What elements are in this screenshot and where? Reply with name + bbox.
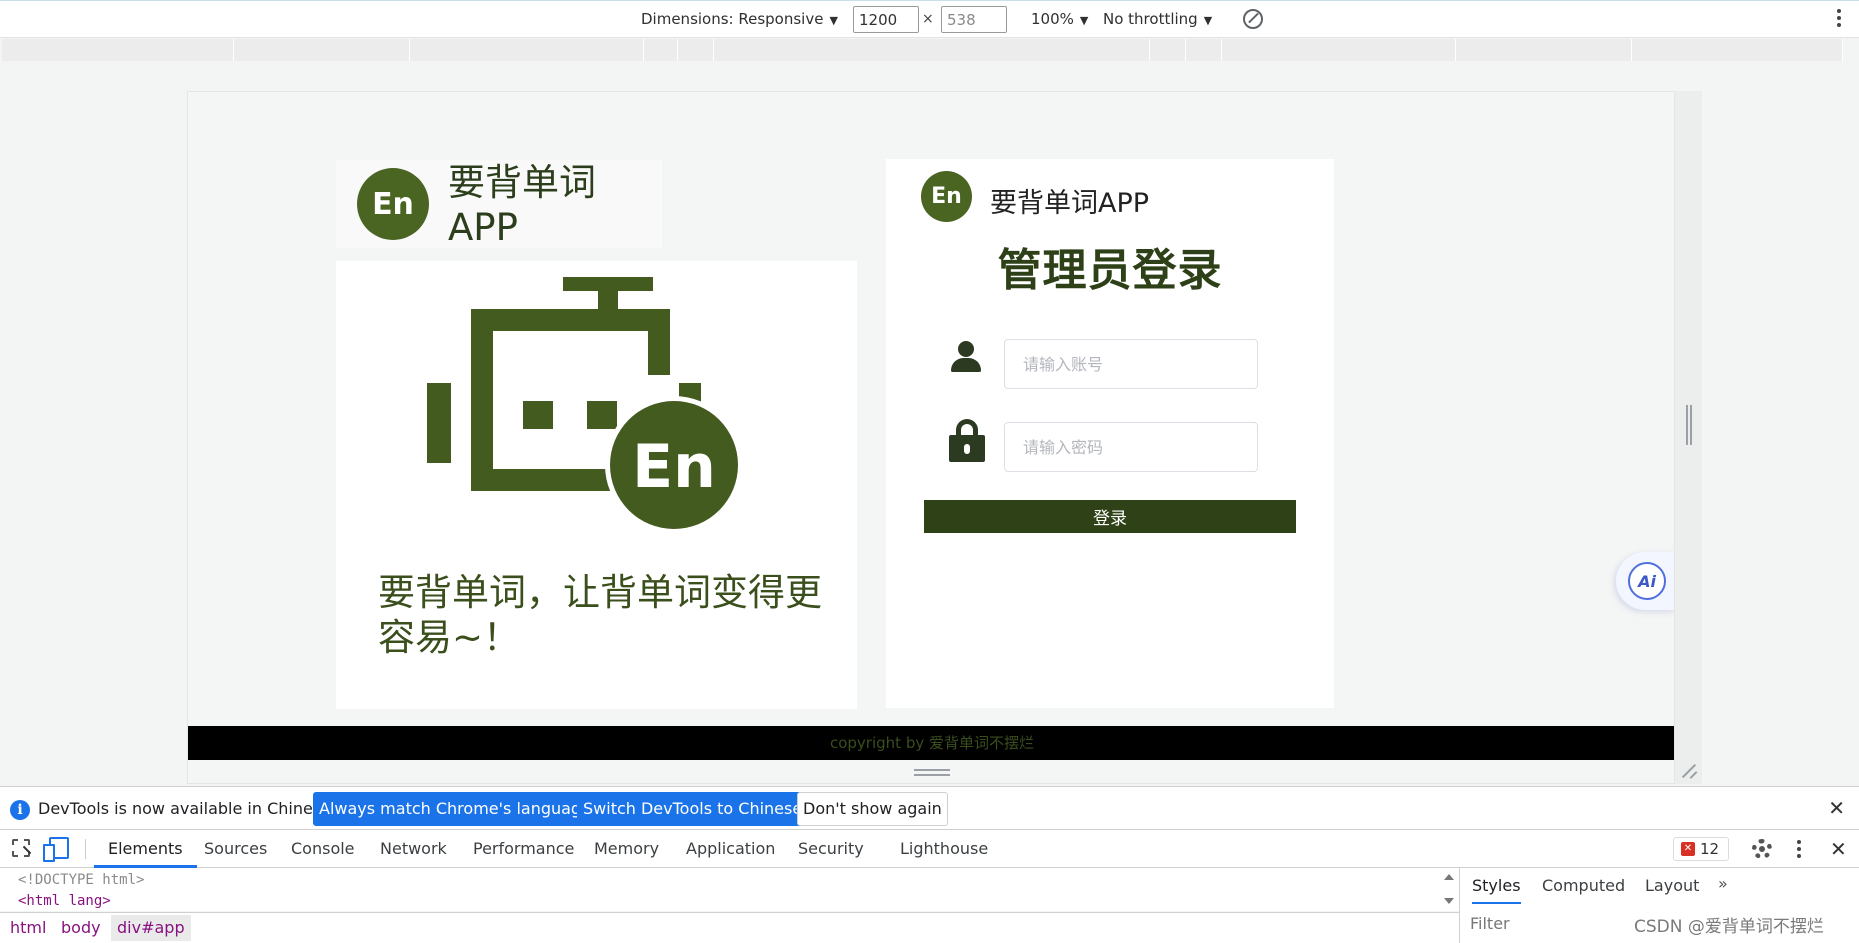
styles-filter-input[interactable] bbox=[1462, 908, 1622, 938]
more-tools-icon[interactable] bbox=[1797, 840, 1801, 861]
error-count-badge[interactable]: 12 bbox=[1673, 837, 1729, 861]
rotate-icon[interactable] bbox=[1243, 9, 1263, 29]
language-infobar: i DevTools is now available in Chinese! … bbox=[0, 786, 1859, 830]
ruler-segment[interactable] bbox=[678, 39, 714, 61]
ruler-segment[interactable] bbox=[1456, 39, 1632, 61]
tab-performance[interactable]: Performance bbox=[459, 830, 588, 868]
device-toolbar-icon[interactable] bbox=[43, 837, 69, 862]
switch-language-button[interactable]: Switch DevTools to Chinese bbox=[577, 792, 809, 826]
dimensions-label: Dimensions: Responsive bbox=[641, 10, 824, 28]
html-line[interactable]: <html lang> bbox=[18, 893, 111, 909]
illustration-card: En 要背单词，让背单词变得更容易~！ bbox=[336, 261, 857, 709]
throttling-dropdown[interactable]: No throttling ▼ bbox=[1103, 10, 1212, 28]
login-logo: En bbox=[921, 171, 972, 222]
ai-icon: Ai bbox=[1628, 562, 1666, 600]
tab-network[interactable]: Network bbox=[366, 830, 461, 868]
ai-assistant-button[interactable]: Ai bbox=[1616, 552, 1674, 610]
brand-header: En 要背单词APP bbox=[336, 160, 662, 249]
scroll-up-icon[interactable] bbox=[1444, 874, 1454, 880]
device-toolbar: Dimensions: Responsive ▼ 1200 × 538 100% ▼… bbox=[0, 0, 1859, 38]
dom-scrollbar[interactable] bbox=[1442, 870, 1456, 912]
right-resize-handle[interactable] bbox=[1686, 405, 1694, 445]
info-icon: i bbox=[10, 800, 30, 820]
divider bbox=[85, 839, 86, 859]
account-input[interactable] bbox=[1004, 339, 1258, 389]
robot-logo-text: En bbox=[632, 432, 716, 502]
crumb-html[interactable]: html bbox=[4, 918, 52, 937]
robot-illustration: En bbox=[427, 277, 743, 534]
match-language-button[interactable]: Always match Chrome's language bbox=[313, 792, 597, 826]
ruler-segment[interactable] bbox=[1632, 39, 1843, 61]
zoom-dropdown[interactable]: 100% ▼ bbox=[1031, 10, 1088, 28]
ruler-segment[interactable] bbox=[1186, 39, 1222, 61]
tab-elements[interactable]: Elements bbox=[94, 830, 197, 868]
width-input[interactable]: 1200 bbox=[853, 6, 919, 33]
infobar-message: DevTools is now available in Chinese! bbox=[38, 799, 338, 818]
bottom-resize-handle[interactable] bbox=[914, 769, 950, 778]
scroll-down-icon[interactable] bbox=[1444, 898, 1454, 904]
tab-styles[interactable]: Styles bbox=[1472, 868, 1521, 904]
more-tabs-icon[interactable]: » bbox=[1718, 874, 1728, 893]
password-input[interactable] bbox=[1004, 422, 1258, 472]
ruler-segment[interactable] bbox=[234, 39, 410, 61]
close-devtools-icon[interactable]: ✕ bbox=[1830, 837, 1847, 861]
more-options-icon[interactable] bbox=[1837, 9, 1841, 29]
doctype-line[interactable]: <!DOCTYPE html> bbox=[18, 872, 144, 888]
height-input[interactable]: 538 bbox=[941, 6, 1007, 33]
close-icon[interactable]: ✕ bbox=[1828, 796, 1845, 820]
tab-sources[interactable]: Sources bbox=[190, 830, 281, 868]
dom-breadcrumb: html body div#app bbox=[0, 912, 1459, 943]
gear-icon[interactable] bbox=[1752, 839, 1772, 859]
tab-computed[interactable]: Computed bbox=[1542, 868, 1625, 904]
ruler-segment[interactable] bbox=[1150, 39, 1186, 61]
page-footer: copyright by 爱背单词不摆烂 bbox=[188, 726, 1674, 760]
tagline: 要背单词，让背单词变得更容易~！ bbox=[378, 571, 822, 659]
tab-application[interactable]: Application bbox=[672, 830, 789, 868]
tab-console[interactable]: Console bbox=[277, 830, 369, 868]
tab-layout[interactable]: Layout bbox=[1645, 868, 1699, 904]
brand-title: 要背单词APP bbox=[448, 161, 596, 249]
ruler-segment[interactable] bbox=[714, 39, 1150, 61]
crumb-div-app[interactable]: div#app bbox=[111, 915, 191, 941]
tab-memory[interactable]: Memory bbox=[580, 830, 673, 868]
throttling-label: No throttling bbox=[1103, 10, 1198, 28]
styles-sidebar: Styles Computed Layout » CSDN @爱背单词不摆烂 bbox=[1459, 868, 1859, 943]
login-card: En 要背单词APP 管理员登录 登录 bbox=[886, 159, 1334, 708]
media-query-ruler bbox=[2, 39, 1843, 61]
login-button[interactable]: 登录 bbox=[924, 500, 1296, 533]
ruler-segment[interactable] bbox=[644, 39, 678, 61]
tab-security[interactable]: Security bbox=[784, 830, 878, 868]
ruler-segment[interactable] bbox=[2, 39, 234, 61]
ruler-segment[interactable] bbox=[1222, 39, 1456, 61]
inspect-element-icon[interactable] bbox=[12, 839, 30, 857]
caret-down-icon: ▼ bbox=[829, 14, 838, 27]
emulated-viewport: En 要背单词APP En 要背单词，让背单词变得更容易~！ En 要背单词AP… bbox=[187, 91, 1675, 784]
login-brand: 要背单词APP bbox=[990, 188, 1150, 219]
app-logo: En bbox=[357, 168, 429, 240]
tab-lighthouse[interactable]: Lighthouse bbox=[886, 830, 1002, 868]
dimensions-dropdown[interactable]: Dimensions: Responsive ▼ bbox=[641, 10, 838, 28]
caret-down-icon: ▼ bbox=[1203, 14, 1213, 27]
corner-resize-handle[interactable] bbox=[1681, 763, 1697, 779]
dont-show-again-button[interactable]: Don't show again bbox=[797, 792, 948, 826]
ruler-segment[interactable] bbox=[410, 39, 644, 61]
caret-down-icon: ▼ bbox=[1079, 14, 1089, 27]
times-sign: × bbox=[922, 11, 934, 27]
lock-icon bbox=[949, 419, 985, 462]
dom-tree: <!DOCTYPE html> <html lang> bbox=[0, 868, 1459, 911]
crumb-body[interactable]: body bbox=[55, 918, 107, 937]
user-icon bbox=[948, 339, 984, 379]
zoom-label: 100% bbox=[1031, 10, 1074, 28]
devtools-tabbar: Elements Sources Console Network Perform… bbox=[0, 830, 1859, 868]
login-heading: 管理员登录 bbox=[997, 245, 1223, 296]
watermark: CSDN @爱背单词不摆烂 bbox=[1634, 917, 1824, 937]
